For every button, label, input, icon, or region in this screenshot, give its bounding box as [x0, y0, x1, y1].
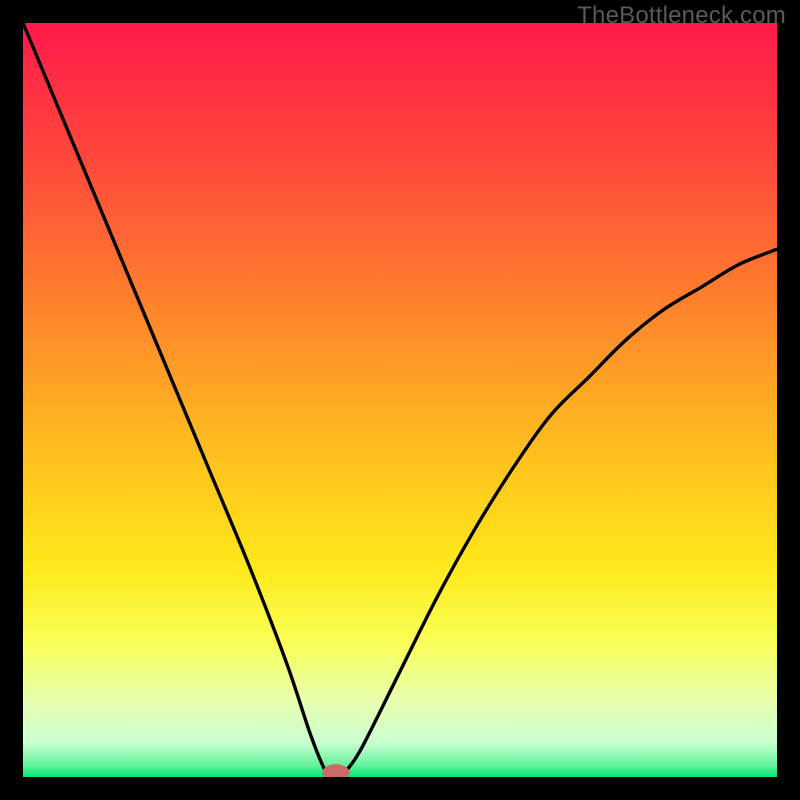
- watermark-text: TheBottleneck.com: [577, 2, 786, 30]
- chart-frame: TheBottleneck.com: [0, 0, 800, 800]
- bottleneck-chart: [23, 23, 777, 777]
- gradient-background: [23, 23, 777, 777]
